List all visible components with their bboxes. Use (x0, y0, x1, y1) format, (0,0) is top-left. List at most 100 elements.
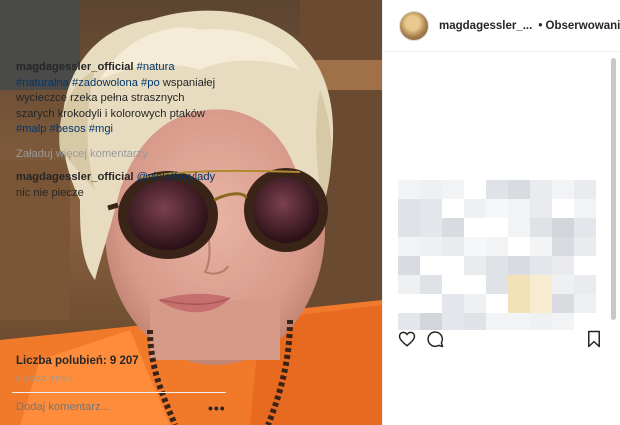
mosaic-cell (552, 218, 574, 237)
mosaic-cell (508, 237, 530, 256)
comment-bubble-icon[interactable] (426, 330, 444, 353)
post-timestamp[interactable]: 8 godz. temu (16, 374, 73, 383)
caption-comment: magdagessler_official #natura #naturalna… (16, 60, 216, 138)
mosaic-cell (508, 256, 530, 275)
mosaic-cell (464, 218, 486, 237)
mosaic-cell (442, 218, 464, 237)
mosaic-cell (508, 294, 530, 313)
divider (12, 392, 226, 393)
post-actions (0, 330, 600, 354)
bookmark-icon[interactable] (586, 330, 602, 353)
mosaic-cell (486, 275, 508, 294)
add-comment-input[interactable] (16, 401, 196, 413)
mosaic-cell (464, 294, 486, 313)
mosaic-cell (464, 180, 486, 199)
mosaic-cell (552, 237, 574, 256)
mosaic-cell (486, 294, 508, 313)
likes-count[interactable]: Liczba polubień: 9 207 (16, 355, 139, 367)
hashtag-link[interactable]: #malp (16, 123, 46, 135)
mosaic-cell (398, 180, 420, 199)
mosaic-cell (486, 180, 508, 199)
reply-comment: magdagessler_official @violetfoxylady ni… (16, 170, 216, 201)
mosaic-cell (420, 237, 442, 256)
post-author-username[interactable]: magdagessler_... (439, 20, 532, 32)
mosaic-cell (442, 180, 464, 199)
mosaic-cell (420, 256, 442, 275)
mosaic-cell (398, 237, 420, 256)
mosaic-cell (398, 199, 420, 218)
mosaic-cell (552, 313, 574, 330)
comments-section: magdagessler_official #natura #naturalna… (16, 60, 216, 201)
mosaic-cell (464, 199, 486, 218)
mosaic-cell (574, 180, 596, 199)
mosaic-cell (552, 275, 574, 294)
mosaic-cell (420, 294, 442, 313)
mosaic-cell (574, 218, 596, 237)
mosaic-cell (508, 218, 530, 237)
mosaic-cell (398, 275, 420, 294)
mosaic-cell (398, 218, 420, 237)
caption-author[interactable]: magdagessler_official (16, 61, 134, 73)
mosaic-cell (574, 237, 596, 256)
reply-author[interactable]: magdagessler_official (16, 171, 134, 183)
mosaic-cell (574, 199, 596, 218)
mosaic-cell (574, 275, 596, 294)
mosaic-cell (420, 275, 442, 294)
hashtag-link[interactable]: #po (141, 77, 160, 89)
mosaic-cell (574, 256, 596, 275)
hashtag-link[interactable]: #besos (50, 123, 86, 135)
mosaic-cell (508, 275, 530, 294)
mosaic-cell (464, 313, 486, 330)
heart-icon[interactable] (398, 330, 416, 353)
mosaic-cell (552, 180, 574, 199)
hashtag-link[interactable]: #natura (137, 61, 175, 73)
mosaic-cell (486, 313, 508, 330)
mosaic-cell (530, 218, 552, 237)
mosaic-cell (486, 237, 508, 256)
mosaic-cell (420, 199, 442, 218)
hashtag-link[interactable]: #mgi (89, 123, 113, 135)
mosaic-cell (486, 256, 508, 275)
mosaic-cell (398, 294, 420, 313)
mosaic-cell (442, 199, 464, 218)
mosaic-cell (508, 199, 530, 218)
mosaic-cell (530, 199, 552, 218)
mosaic-cell (464, 237, 486, 256)
mosaic-cell (442, 256, 464, 275)
follow-status-button[interactable]: • Obserwowanie (538, 20, 620, 32)
mosaic-cell (552, 256, 574, 275)
reply-text: nic nie piecze (16, 186, 84, 199)
load-more-comments-button[interactable]: Załaduj więcej komentarzy (16, 147, 216, 163)
mosaic-cell (486, 199, 508, 218)
mosaic-cell (442, 237, 464, 256)
post-header: magdagessler_... • Obserwowanie (383, 0, 620, 52)
hashtag-link[interactable]: #naturalna (16, 77, 69, 89)
comments-scrollbar[interactable] (611, 58, 616, 320)
mosaic-cell (508, 180, 530, 199)
mosaic-cell (530, 256, 552, 275)
mosaic-cell (442, 313, 464, 330)
mosaic-cell (530, 313, 552, 330)
mosaic-cell (530, 237, 552, 256)
pixelated-comments-placeholder (398, 180, 596, 330)
mosaic-cell (464, 275, 486, 294)
mosaic-cell (508, 313, 530, 330)
mosaic-cell (552, 199, 574, 218)
mosaic-cell (574, 294, 596, 313)
mosaic-cell (420, 313, 442, 330)
mosaic-cell (420, 218, 442, 237)
mosaic-cell (398, 256, 420, 275)
mosaic-cell (398, 313, 420, 330)
reply-mention[interactable]: @violetfoxylady (137, 171, 216, 183)
mosaic-cell (530, 180, 552, 199)
mosaic-cell (552, 294, 574, 313)
mosaic-cell (442, 294, 464, 313)
mosaic-cell (486, 218, 508, 237)
mosaic-cell (420, 180, 442, 199)
mosaic-cell (574, 313, 596, 330)
more-options-icon[interactable]: ••• (208, 400, 226, 416)
mosaic-cell (464, 256, 486, 275)
avatar[interactable] (399, 10, 429, 41)
mosaic-cell (442, 275, 464, 294)
hashtag-link[interactable]: #zadowolona (72, 77, 138, 89)
